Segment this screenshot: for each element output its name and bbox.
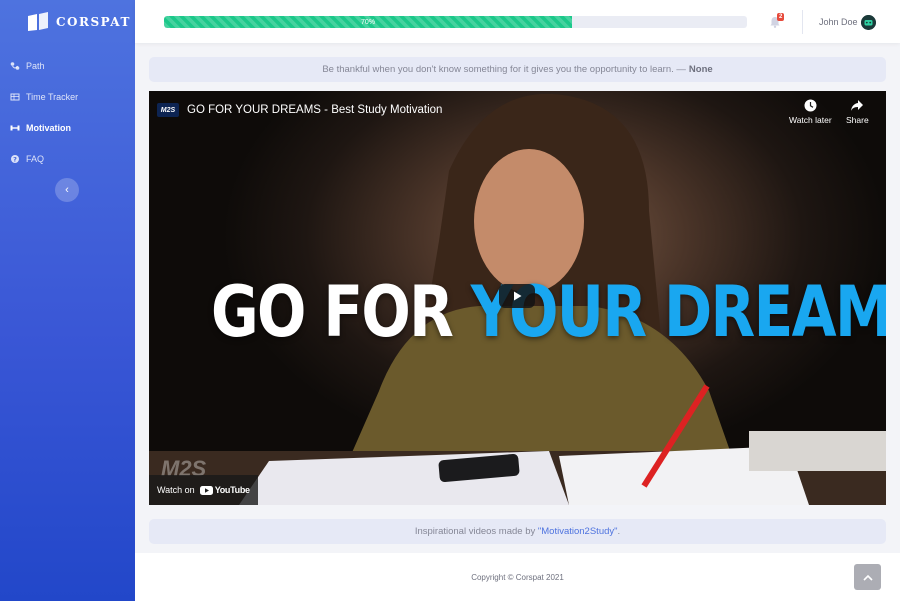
topbar-divider — [802, 10, 803, 34]
credit-banner: Inspirational videos made by "Motivation… — [149, 519, 886, 544]
clock-icon — [804, 99, 817, 112]
youtube-logo: YouTube — [199, 485, 250, 495]
play-button[interactable] — [499, 284, 535, 308]
sidebar-item-label: Motivation — [26, 122, 71, 133]
sidebar-item-motivation[interactable]: Motivation — [0, 112, 135, 143]
youtube-wordmark: YouTube — [214, 485, 250, 495]
sidebar-item-label: FAQ — [26, 153, 45, 164]
user-avatar[interactable] — [861, 15, 876, 30]
notifications-button[interactable]: 2 — [768, 13, 785, 29]
credit-prefix: Inspirational videos made by — [414, 526, 536, 537]
share-arrow-icon — [851, 100, 864, 111]
copyright-text: Copyright © Corspat 2021 — [471, 572, 564, 582]
route-icon — [10, 61, 20, 71]
progress-label: 70% — [361, 18, 376, 26]
sidebar: CORSPAT Path Time Tracker Motivation ? F… — [0, 0, 135, 601]
sidebar-item-label: Time Tracker — [26, 91, 79, 102]
quote-author: None — [688, 64, 713, 75]
footer: Copyright © Corspat 2021 — [135, 553, 900, 601]
question-circle-icon: ? — [10, 154, 20, 164]
scroll-to-top-button[interactable] — [854, 564, 881, 590]
sidebar-item-faq[interactable]: ? FAQ — [0, 143, 135, 174]
dumbbell-icon — [10, 123, 20, 133]
motivation2study-link[interactable]: "Motivation2Study" — [538, 526, 618, 537]
notification-count-badge: 2 — [777, 13, 785, 21]
sidebar-item-label: Path — [26, 60, 45, 71]
topbar: 70% 2 John Doe — [135, 0, 900, 43]
sidebar-item-time-tracker[interactable]: Time Tracker — [0, 81, 135, 112]
credit-suffix: . — [617, 526, 621, 537]
play-icon — [514, 291, 522, 301]
sidebar-nav: Path Time Tracker Motivation ? FAQ — [0, 50, 135, 174]
watch-on-youtube-button[interactable]: Watch on YouTube — [149, 475, 258, 505]
watch-later-button[interactable]: Watch later — [789, 99, 832, 125]
share-label: Share — [846, 115, 869, 125]
quote-banner: Be thankful when you don't know somethin… — [149, 57, 886, 82]
quote-text: Be thankful when you don't know somethin… — [322, 64, 686, 75]
progress-fill: 70% — [164, 16, 573, 28]
video-headline: GO FOR YOUR DREAMS. — [211, 271, 886, 353]
watch-later-label: Watch later — [789, 115, 832, 125]
headline-white: GO FOR — [211, 271, 454, 353]
sidebar-item-path[interactable]: Path — [0, 50, 135, 81]
watch-on-label: Watch on — [157, 485, 195, 495]
headline-blue: YOUR DREAMS. — [470, 271, 886, 353]
share-button[interactable]: Share — [846, 99, 869, 125]
chevron-up-icon — [862, 574, 873, 581]
table-icon — [10, 92, 20, 102]
channel-logo[interactable]: M2S — [157, 103, 179, 117]
svg-text:?: ? — [13, 155, 17, 163]
video-title[interactable]: GO FOR YOUR DREAMS - Best Study Motivati… — [187, 104, 442, 116]
brand[interactable]: CORSPAT — [26, 10, 131, 34]
user-name[interactable]: John Doe — [819, 17, 858, 27]
book-logo-icon — [28, 12, 48, 31]
robot-avatar-icon — [861, 15, 876, 30]
course-progress-bar: 70% — [164, 16, 747, 28]
chevron-left-icon: ‹ — [65, 184, 69, 196]
sidebar-toggle-button[interactable]: ‹ — [55, 178, 79, 202]
youtube-play-icon — [199, 485, 213, 495]
brand-name: CORSPAT — [56, 15, 131, 29]
youtube-embed[interactable]: M2S GO FOR YOUR DREAMS - Best Study Moti… — [149, 91, 886, 505]
video-title-row[interactable]: M2S GO FOR YOUR DREAMS - Best Study Moti… — [157, 103, 442, 117]
